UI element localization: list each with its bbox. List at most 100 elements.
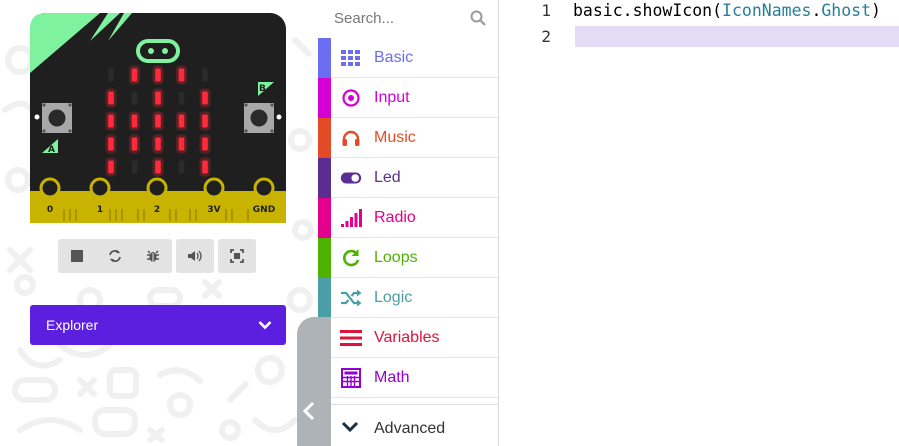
category-label: Basic	[374, 48, 414, 66]
led-on	[155, 91, 161, 105]
led-on	[202, 114, 208, 128]
toolbox-search	[318, 0, 498, 36]
led-off	[202, 68, 208, 82]
category-basic[interactable]: Basic	[318, 38, 498, 78]
shuffle-icon	[340, 288, 362, 308]
toggle-icon	[340, 168, 362, 188]
chevron-down-icon	[341, 421, 359, 433]
sim-sound-group	[176, 239, 214, 273]
toolbox: Basic Input Music Led	[318, 0, 499, 446]
code-object: basic	[573, 1, 623, 20]
mute-button[interactable]	[176, 239, 214, 273]
category-label: Input	[374, 88, 410, 106]
category-color-bar	[318, 78, 331, 118]
category-color-bar	[318, 118, 331, 158]
pin-2-label: 2	[154, 205, 160, 215]
code-punct: .	[811, 1, 822, 20]
refresh-icon	[340, 248, 362, 268]
led-on	[108, 160, 114, 174]
line-number: 1	[541, 1, 551, 20]
category-math[interactable]: Math	[318, 358, 498, 398]
led-on	[202, 137, 208, 151]
sim-controls	[58, 239, 172, 273]
category-variables[interactable]: Variables	[318, 318, 498, 358]
led-on	[155, 137, 161, 151]
code-punct: )	[871, 1, 881, 20]
led-off	[131, 91, 138, 105]
current-line-highlight	[575, 26, 899, 47]
category-list: Basic Input Music Led Radio Loops Logic …	[318, 38, 498, 398]
led-on	[155, 160, 161, 174]
led-off	[131, 160, 138, 174]
led-on	[178, 137, 185, 151]
advanced-label: Advanced	[374, 420, 446, 437]
calculator-icon	[340, 368, 362, 388]
collapse-simulator-button[interactable]	[297, 317, 331, 446]
pin-0-label: 0	[47, 205, 53, 215]
code-method: showIcon	[632, 1, 713, 20]
category-label: Logic	[374, 288, 413, 306]
category-label: Math	[374, 368, 410, 386]
button-b[interactable]	[244, 103, 274, 133]
code-line[interactable]: basic.showIcon(IconNames.Ghost)	[573, 0, 881, 24]
led-off	[178, 91, 185, 105]
code-punct: (	[712, 1, 723, 20]
led-on	[202, 160, 208, 174]
fullscreen-icon	[230, 249, 244, 263]
category-label: Music	[374, 128, 416, 146]
restart-button[interactable]	[96, 239, 134, 273]
fullscreen-button[interactable]	[218, 239, 256, 273]
restart-icon	[109, 250, 121, 262]
code-type: IconNames	[722, 1, 812, 20]
led-on	[178, 68, 185, 82]
lines-icon	[340, 328, 362, 348]
category-led[interactable]: Led	[318, 158, 498, 198]
category-loops[interactable]: Loops	[318, 238, 498, 278]
led-on	[108, 114, 114, 128]
signal-bars-icon	[340, 208, 362, 228]
debug-icon	[147, 250, 159, 262]
category-radio[interactable]: Radio	[318, 198, 498, 238]
category-logic[interactable]: Logic	[318, 278, 498, 318]
category-label: Radio	[374, 208, 416, 226]
category-label: Variables	[374, 328, 440, 346]
target-icon	[340, 88, 362, 108]
code-punct: .	[622, 1, 633, 20]
explorer-label: Explorer	[46, 317, 99, 333]
code-editor[interactable]: 1 2 basic.showIcon(IconNames.Ghost)	[499, 0, 899, 446]
search-icon[interactable]	[470, 10, 486, 26]
headphones-icon	[340, 128, 362, 148]
debug-button[interactable]	[134, 239, 172, 273]
category-color-bar	[318, 238, 331, 278]
category-label: Led	[374, 168, 401, 186]
led-on	[131, 68, 138, 82]
led-on	[131, 114, 138, 128]
category-advanced[interactable]: Advanced	[318, 404, 498, 446]
pin-gnd-label: GND	[253, 205, 275, 215]
category-music[interactable]: Music	[318, 118, 498, 158]
mute-icon	[188, 250, 202, 262]
category-color-bar	[318, 278, 331, 318]
stop-button[interactable]	[58, 239, 96, 273]
category-input[interactable]: Input	[318, 78, 498, 118]
led-on	[202, 91, 208, 105]
led-on	[178, 114, 185, 128]
button-a[interactable]	[42, 103, 72, 133]
simulator-pane: 0 1 2 3V GND A B Explorer	[0, 0, 318, 446]
button-a-label: A	[48, 145, 55, 155]
code-member: Ghost	[821, 1, 872, 20]
pin-3v-label: 3V	[207, 205, 220, 215]
led-off	[178, 160, 185, 174]
search-input[interactable]	[334, 9, 470, 27]
stop-icon	[71, 250, 83, 262]
led-off	[108, 68, 114, 82]
microbit-board: 0 1 2 3V GND A B	[30, 13, 286, 223]
led-on	[155, 114, 161, 128]
line-number: 2	[541, 27, 551, 46]
led-on	[108, 91, 114, 105]
explorer-button[interactable]: Explorer	[30, 305, 286, 345]
led-on	[108, 137, 114, 151]
sim-fullscreen-group	[218, 239, 256, 273]
pin-1-label: 1	[97, 205, 103, 215]
category-color-bar	[318, 38, 331, 78]
